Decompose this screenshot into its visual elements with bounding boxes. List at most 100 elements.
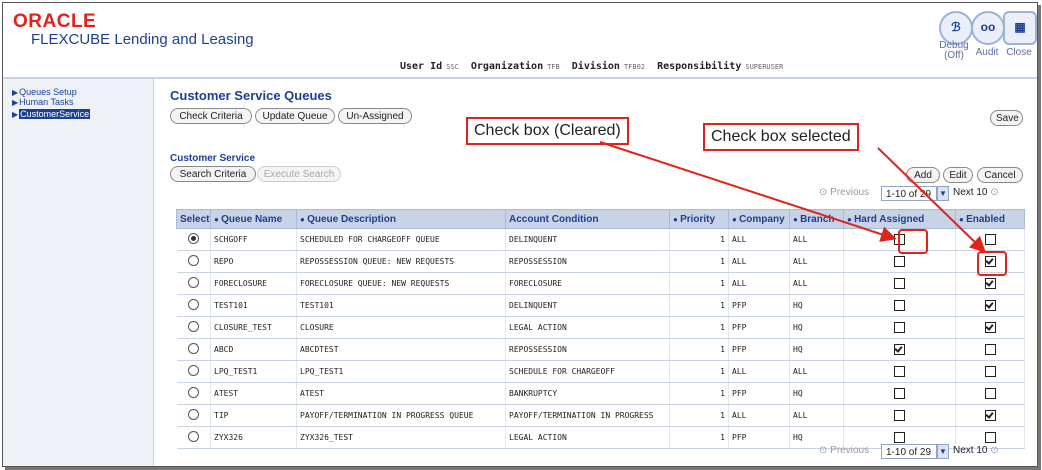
expand-arrow-icon: ▶: [12, 110, 19, 119]
company-cell: ALL: [728, 250, 790, 273]
check-criteria-button[interactable]: Check Criteria: [170, 108, 252, 124]
next-label: Next 10: [953, 187, 988, 198]
checkbox-cell: [843, 316, 956, 339]
row-select-radio[interactable]: [187, 387, 199, 398]
hard-assigned-checkbox[interactable]: [894, 278, 905, 289]
column-header-select[interactable]: Select: [176, 209, 211, 229]
edit-button[interactable]: Edit: [943, 167, 973, 183]
sidebar-item-customerservice[interactable]: ▶ CustomerService: [12, 109, 91, 119]
company-cell: ALL: [728, 404, 790, 427]
column-header-hard-assigned[interactable]: ● Hard Assigned: [843, 209, 956, 229]
column-header-enabled[interactable]: ● Enabled: [955, 209, 1025, 229]
hard-assigned-checkbox[interactable]: [894, 322, 905, 333]
enabled-checkbox[interactable]: [984, 322, 996, 333]
table-row[interactable]: ABCD ABCDTEST REPOSSESSION 1 PFP HQ: [176, 338, 1025, 361]
page-range-select[interactable]: 1-10 of 29: [881, 186, 937, 201]
row-select-radio[interactable]: [187, 321, 199, 332]
table-row[interactable]: ATEST ATEST BANKRUPTCY 1 PFP HQ: [176, 382, 1025, 405]
enabled-checkbox[interactable]: [984, 410, 996, 421]
checkbox-cell: [843, 404, 956, 427]
company-cell: ALL: [728, 360, 790, 383]
close-label[interactable]: Close: [1001, 47, 1037, 58]
row-select-radio[interactable]: [187, 431, 199, 442]
sidebar: ▶Queues Setup ▶Human Tasks ▶ CustomerServ…: [3, 79, 154, 466]
column-header-company[interactable]: ● Company: [728, 209, 790, 229]
priority-cell: 1: [669, 382, 729, 405]
table-row[interactable]: LPQ_TEST1 LPQ_TEST1 SCHEDULE FOR CHARGEOFF…: [176, 360, 1025, 383]
column-header-branch[interactable]: ● Branch: [789, 209, 844, 229]
table-row[interactable]: CLOSURE_TEST CLOSURE LEGAL ACTION 1 PFP HQ: [176, 316, 1025, 339]
previous-link: ⊙ Previous: [819, 187, 869, 198]
next-link-bottom[interactable]: Next 10 ⊙: [953, 445, 999, 456]
chevron-down-icon[interactable]: ▼: [937, 186, 949, 201]
table-row[interactable]: REPO REPOSSESSION QUEUE: NEW REQUESTS REPO…: [176, 250, 1025, 273]
hard-assigned-checkbox[interactable]: [894, 388, 905, 399]
row-select-radio[interactable]: [187, 365, 199, 376]
chevron-down-icon[interactable]: ▼: [937, 444, 949, 459]
company-cell: PFP: [728, 294, 790, 317]
add-button[interactable]: Add: [906, 167, 940, 183]
row-select-radio[interactable]: [187, 343, 199, 354]
column-header-account-condition[interactable]: Account Condition: [505, 209, 670, 229]
audit-icon[interactable]: oo: [971, 11, 1005, 45]
row-select-radio[interactable]: [187, 233, 199, 244]
enabled-checkbox[interactable]: [984, 344, 996, 355]
account-condition-cell: DELINQUENT: [505, 294, 670, 317]
product-title: FLEXCUBE Lending and Leasing: [31, 31, 254, 48]
update-queue-button[interactable]: Update Queue: [255, 108, 335, 124]
search-criteria-button[interactable]: Search Criteria: [170, 166, 256, 182]
unassigned-button[interactable]: Un-Assigned: [338, 108, 412, 124]
account-condition-cell: BANKRUPTCY: [505, 382, 670, 405]
queue-description-cell: SCHEDULED FOR CHARGEOFF QUEUE: [296, 228, 506, 251]
checkbox-cell: [176, 272, 211, 295]
checkbox-cell: [843, 250, 956, 273]
table-row[interactable]: TEST101 TEST101 DELINQUENT 1 PFP HQ: [176, 294, 1025, 317]
checkbox-cell: [955, 228, 1025, 251]
hard-assigned-checkbox[interactable]: [894, 300, 905, 311]
checkbox-cell: [843, 294, 956, 317]
hard-assigned-checkbox[interactable]: [894, 432, 905, 443]
row-select-radio[interactable]: [187, 409, 199, 420]
enabled-checkbox[interactable]: [984, 278, 996, 289]
audit-label[interactable]: Audit: [969, 47, 1005, 58]
hard-assigned-checkbox[interactable]: [894, 410, 905, 421]
row-select-radio[interactable]: [187, 255, 199, 266]
user-context-bar: User Id SSC Organization TFB Division TFB02…: [400, 61, 789, 72]
sidebar-item-human-tasks[interactable]: ▶Human Tasks: [12, 97, 74, 107]
priority-cell: 1: [669, 316, 729, 339]
next-link[interactable]: Next 10 ⊙: [953, 187, 999, 198]
row-select-radio[interactable]: [187, 299, 199, 310]
column-header-queue-description[interactable]: ● Queue Description: [296, 209, 506, 229]
table-row[interactable]: FORECLOSURE FORECLOSURE QUEUE: NEW REQUES…: [176, 272, 1025, 295]
enabled-checkbox[interactable]: [984, 234, 996, 245]
sidebar-item-queues-setup[interactable]: ▶Queues Setup: [12, 87, 77, 97]
column-header-priority[interactable]: ● Priority: [669, 209, 729, 229]
queue-name-cell: SCHGOFF: [210, 228, 297, 251]
page-range-select-bottom[interactable]: 1-10 of 29: [881, 444, 937, 459]
table-row[interactable]: TIP PAYOFF/TERMINATION IN PROGRESS QUEUE P…: [176, 404, 1025, 427]
priority-cell: 1: [669, 272, 729, 295]
company-cell: PFP: [728, 316, 790, 339]
branch-cell: HQ: [789, 338, 844, 361]
enabled-checkbox[interactable]: [984, 388, 996, 399]
enabled-checkbox[interactable]: [984, 366, 996, 377]
branch-cell: ALL: [789, 228, 844, 251]
save-button[interactable]: Save: [990, 110, 1023, 126]
queue-description-cell: REPOSSESSION QUEUE: NEW REQUESTS: [296, 250, 506, 273]
hard-assigned-checkbox[interactable]: [894, 366, 905, 377]
enabled-checkbox[interactable]: [984, 300, 996, 311]
checkbox-cell: [955, 360, 1025, 383]
account-condition-cell: LEGAL ACTION: [505, 426, 670, 449]
page-title: Customer Service Queues: [170, 88, 332, 103]
sidebar-item-label: CustomerService: [19, 109, 91, 119]
enabled-checkbox[interactable]: [984, 432, 996, 443]
column-header-queue-name[interactable]: ● Queue Name: [210, 209, 297, 229]
hard-assigned-checkbox[interactable]: [894, 344, 905, 355]
division-label: Division: [571, 61, 620, 72]
hard-assigned-checkbox[interactable]: [894, 256, 905, 267]
checkbox-cell: [843, 338, 956, 361]
cancel-button[interactable]: Cancel: [977, 167, 1023, 183]
column-header-label: Queue Description: [307, 213, 396, 225]
row-select-radio[interactable]: [187, 277, 199, 288]
close-icon[interactable]: ▦: [1003, 11, 1037, 45]
